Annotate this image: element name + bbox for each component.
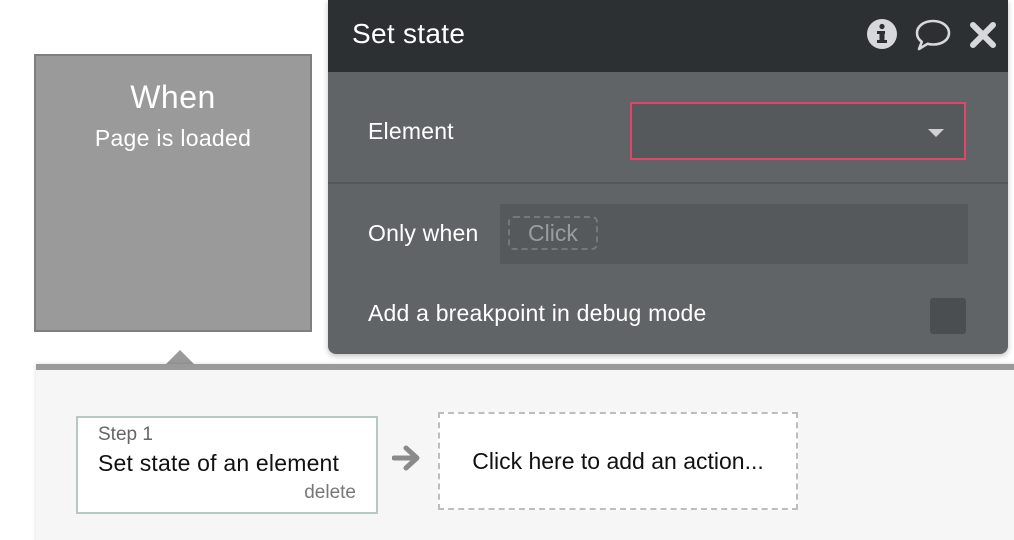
element-label: Element: [368, 118, 454, 144]
step-title: Set state of an element: [98, 450, 340, 476]
element-row: Element: [328, 72, 1008, 184]
step-card[interactable]: Step 1 Set state of an element delete: [76, 416, 378, 514]
set-state-panel: Set state Element Only when Click Add a …: [328, 0, 1008, 354]
event-pointer: [166, 350, 194, 364]
comment-icon[interactable]: [914, 18, 952, 52]
only-when-field[interactable]: Click: [500, 204, 968, 264]
only-when-label: Only when: [368, 220, 479, 246]
step-number: Step 1: [98, 424, 153, 445]
element-dropdown[interactable]: [630, 102, 966, 160]
event-card[interactable]: When Page is loaded: [34, 54, 312, 332]
workflow-editor: When Page is loaded Step 1 Set state of …: [0, 0, 1014, 540]
panel-title: Set state: [352, 18, 466, 49]
panel-header: Set state: [328, 0, 1008, 72]
add-action-button[interactable]: Click here to add an action...: [438, 412, 798, 510]
only-when-click-placeholder[interactable]: Click: [508, 216, 598, 250]
info-icon[interactable]: [866, 18, 898, 50]
breakpoint-checkbox[interactable]: [930, 298, 966, 334]
event-title: When: [130, 79, 216, 115]
caret-down-icon: [928, 129, 944, 137]
close-icon[interactable]: [968, 20, 998, 50]
breakpoint-label: Add a breakpoint in debug mode: [368, 300, 707, 326]
arrow-right-icon: [392, 445, 420, 471]
step-delete-link[interactable]: delete: [304, 482, 356, 504]
event-subtitle: Page is loaded: [94, 125, 252, 151]
